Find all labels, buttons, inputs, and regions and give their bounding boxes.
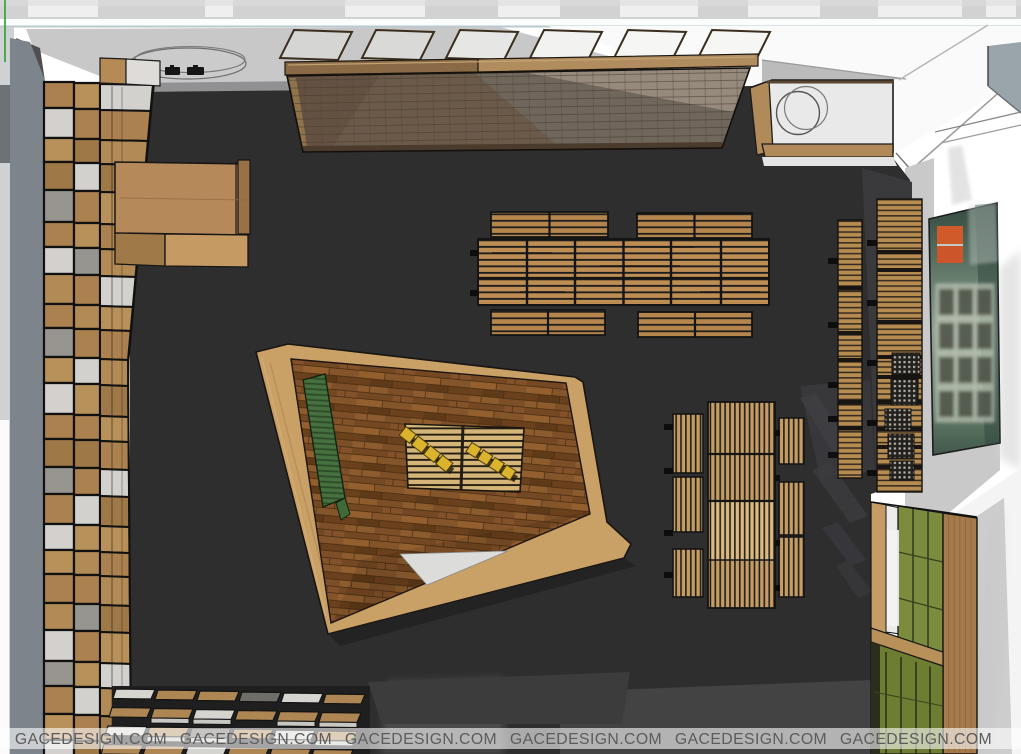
svg-text:GACEDESIGN.COM: GACEDESIGN.COM	[840, 731, 992, 748]
svg-text:GACEDESIGN.COM: GACEDESIGN.COM	[345, 731, 497, 748]
svg-text:GACEDESIGN.COM: GACEDESIGN.COM	[675, 731, 827, 748]
svg-text:GACEDESIGN.COM: GACEDESIGN.COM	[15, 731, 167, 748]
svg-text:GACEDESIGN.COM: GACEDESIGN.COM	[180, 731, 332, 748]
svg-text:GACEDESIGN.COM: GACEDESIGN.COM	[510, 731, 662, 748]
